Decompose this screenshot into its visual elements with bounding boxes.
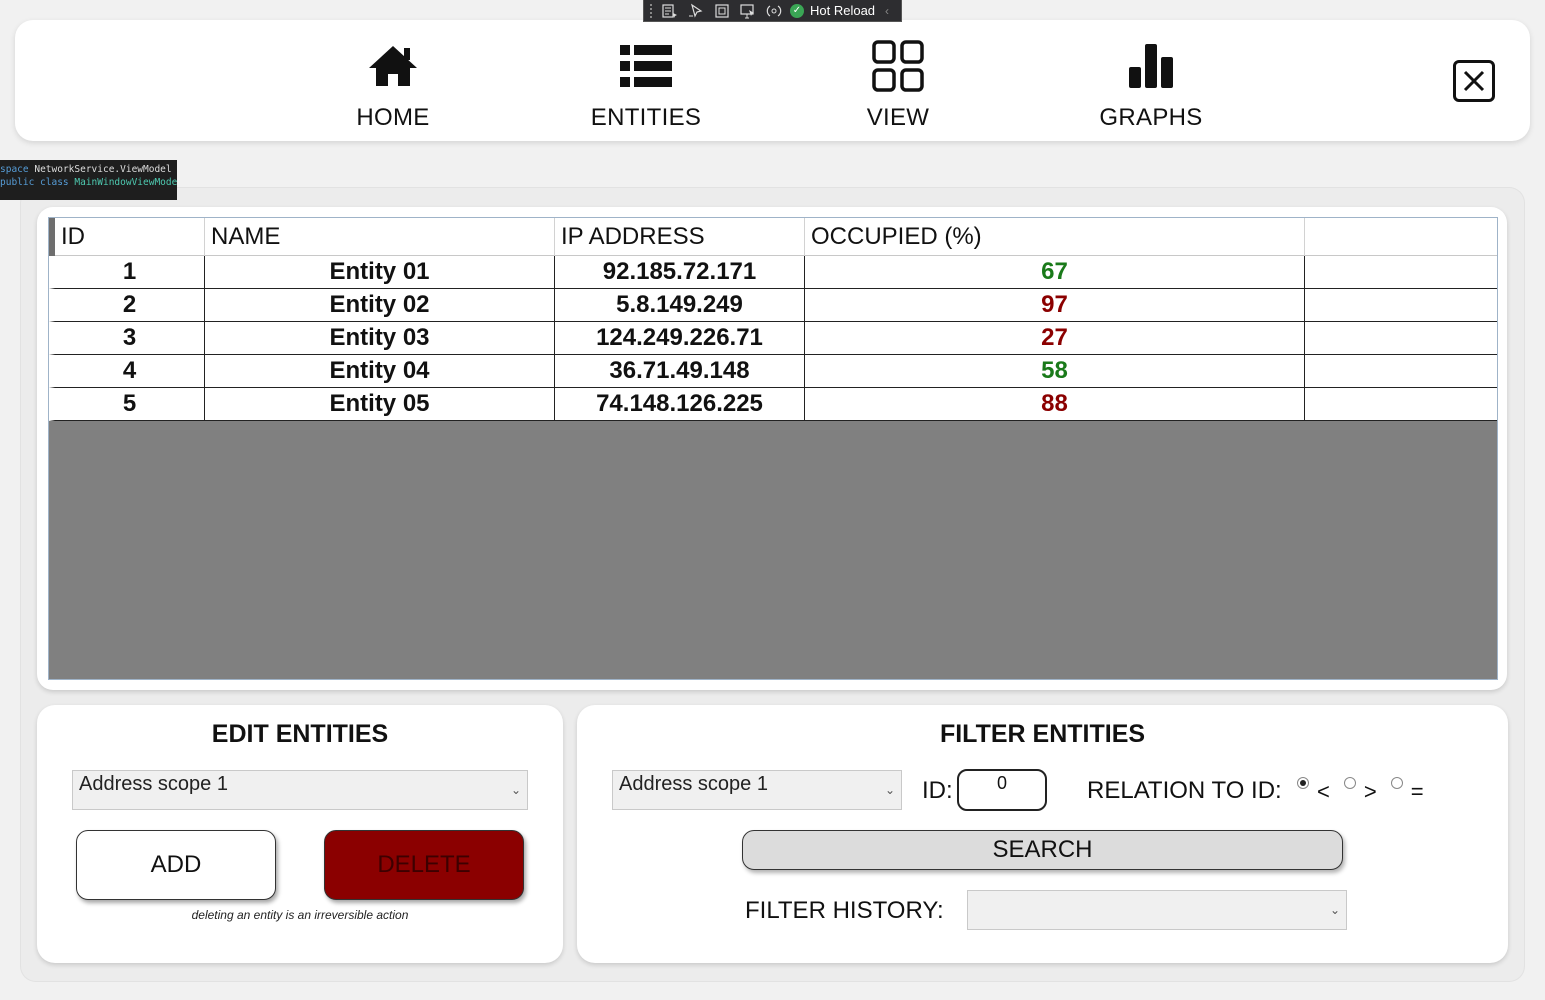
relation-label: RELATION TO ID: bbox=[1087, 777, 1282, 804]
nav-view[interactable]: VIEW bbox=[818, 38, 978, 133]
relation-equals-label: = bbox=[1410, 779, 1424, 804]
binding-failures-icon[interactable] bbox=[764, 3, 784, 19]
column-header-ip[interactable]: IP ADDRESS bbox=[555, 218, 805, 256]
cell-occupied: 58 bbox=[805, 355, 1305, 388]
relation-greater-than-radio[interactable]: > bbox=[1343, 775, 1377, 805]
nav-entities-label: ENTITIES bbox=[590, 104, 702, 131]
column-header-filler bbox=[1305, 218, 1497, 256]
live-tree-icon[interactable] bbox=[660, 3, 680, 19]
filter-history-dropdown[interactable]: ⌄ bbox=[967, 890, 1347, 930]
nav-view-label: VIEW bbox=[866, 104, 930, 131]
cell-filler bbox=[1305, 256, 1497, 289]
filter-scope-value: Address scope 1 bbox=[619, 773, 768, 795]
grid-icon bbox=[872, 38, 924, 94]
column-header-name[interactable]: NAME bbox=[205, 218, 555, 256]
cell-ip: 92.185.72.171 bbox=[555, 256, 805, 289]
cell-occupied: 67 bbox=[805, 256, 1305, 289]
close-icon bbox=[1463, 70, 1485, 92]
toolbar-grip[interactable] bbox=[650, 3, 654, 18]
entities-table[interactable]: ID NAME IP ADDRESS OCCUPIED (%) 1 Entity… bbox=[48, 217, 1498, 680]
id-input[interactable]: 0 bbox=[957, 769, 1047, 811]
cell-id: 5 bbox=[49, 388, 205, 421]
top-navigation: HOME ENTITIES VIEW GRAPHS bbox=[15, 20, 1530, 141]
nav-home[interactable]: HOME bbox=[313, 38, 473, 133]
code-keyword: space bbox=[0, 164, 29, 175]
nav-graphs-label: GRAPHS bbox=[1099, 104, 1203, 131]
cell-name: Entity 04 bbox=[205, 355, 555, 388]
cell-id: 1 bbox=[49, 256, 205, 289]
list-icon bbox=[620, 38, 672, 94]
hot-reload-label[interactable]: Hot Reload bbox=[810, 3, 875, 18]
chevron-down-icon: ⌄ bbox=[1329, 903, 1340, 917]
filter-history-label: FILTER HISTORY: bbox=[745, 897, 944, 924]
column-header-id[interactable]: ID bbox=[49, 218, 205, 256]
cell-occupied: 27 bbox=[805, 322, 1305, 355]
track-focus-icon[interactable] bbox=[738, 3, 758, 19]
edit-entities-panel: EDIT ENTITIES Address scope 1 ⌄ ADD DELE… bbox=[37, 705, 563, 963]
nav-entities[interactable]: ENTITIES bbox=[566, 38, 726, 133]
hot-reload-check-icon: ✓ bbox=[790, 3, 804, 18]
nav-graphs[interactable]: GRAPHS bbox=[1071, 38, 1231, 133]
cell-ip: 124.249.226.71 bbox=[555, 322, 805, 355]
filter-entities-title: FILTER ENTITIES bbox=[939, 720, 1146, 748]
cell-name: Entity 02 bbox=[205, 289, 555, 322]
relation-radio-group: < > = bbox=[1297, 775, 1424, 805]
cell-id: 3 bbox=[49, 322, 205, 355]
chevron-down-icon: ⌄ bbox=[510, 783, 521, 797]
edit-scope-dropdown[interactable]: Address scope 1 ⌄ bbox=[72, 770, 528, 810]
column-header-occupied[interactable]: OCCUPIED (%) bbox=[805, 218, 1305, 256]
id-label: ID: bbox=[922, 777, 953, 804]
cell-occupied: 97 bbox=[805, 289, 1305, 322]
radio-dot bbox=[1343, 777, 1356, 789]
relation-less-than-radio[interactable]: < bbox=[1297, 775, 1330, 805]
cell-name: Entity 01 bbox=[205, 256, 555, 289]
edit-entities-title: EDIT ENTITIES bbox=[211, 720, 389, 748]
cell-id: 4 bbox=[49, 355, 205, 388]
cell-filler bbox=[1305, 289, 1497, 322]
cell-filler bbox=[1305, 355, 1497, 388]
table-header: ID NAME IP ADDRESS OCCUPIED (%) bbox=[49, 218, 1497, 256]
table-row[interactable]: 4 Entity 04 36.71.49.148 58 bbox=[49, 355, 1497, 388]
cell-filler bbox=[1305, 388, 1497, 421]
cell-id: 2 bbox=[49, 289, 205, 322]
layout-adorner-icon[interactable] bbox=[712, 3, 732, 19]
table-row[interactable]: 5 Entity 05 74.148.126.225 88 bbox=[49, 388, 1497, 421]
code-namespace: NetworkService.ViewModel bbox=[34, 164, 172, 175]
radio-dot bbox=[1297, 777, 1309, 789]
table-row[interactable]: 2 Entity 02 5.8.149.249 97 bbox=[49, 289, 1497, 322]
cell-ip: 5.8.149.249 bbox=[555, 289, 805, 322]
cell-ip: 36.71.49.148 bbox=[555, 355, 805, 388]
select-element-icon[interactable] bbox=[686, 3, 706, 19]
relation-less-than-label: < bbox=[1317, 779, 1330, 804]
relation-greater-than-label: > bbox=[1363, 779, 1377, 804]
home-icon bbox=[367, 38, 419, 94]
table-row[interactable]: 3 Entity 03 124.249.226.71 27 bbox=[49, 322, 1497, 355]
cell-name: Entity 03 bbox=[205, 322, 555, 355]
cell-filler bbox=[1305, 322, 1497, 355]
cell-ip: 74.148.126.225 bbox=[555, 388, 805, 421]
edit-scope-value: Address scope 1 bbox=[79, 773, 228, 795]
filter-scope-dropdown[interactable]: Address scope 1 ⌄ bbox=[612, 770, 902, 810]
cell-name: Entity 05 bbox=[205, 388, 555, 421]
code-keyword: public class bbox=[0, 177, 69, 188]
table-row[interactable]: 1 Entity 01 92.185.72.171 67 bbox=[49, 256, 1497, 289]
close-button[interactable] bbox=[1453, 60, 1495, 102]
radio-dot bbox=[1390, 777, 1403, 789]
nav-home-label: HOME bbox=[356, 104, 430, 131]
relation-equals-radio[interactable]: = bbox=[1390, 775, 1424, 805]
bar-chart-icon bbox=[1128, 38, 1174, 94]
filter-entities-panel: FILTER ENTITIES Address scope 1 ⌄ ID: 0 … bbox=[577, 705, 1508, 963]
collapse-chevron-icon[interactable]: ‹ bbox=[885, 4, 889, 18]
debug-toolbar: ✓ Hot Reload ‹ bbox=[643, 0, 902, 22]
delete-button[interactable]: DELETE bbox=[324, 830, 524, 900]
search-button[interactable]: SEARCH bbox=[742, 830, 1343, 870]
code-class: MainWindowViewMode bbox=[74, 177, 177, 188]
cell-occupied: 88 bbox=[805, 388, 1305, 421]
delete-warning-note: deleting an entity is an irreversible ac… bbox=[191, 908, 409, 922]
code-tooltip: space NetworkService.ViewModel public cl… bbox=[0, 160, 177, 200]
chevron-down-icon: ⌄ bbox=[884, 783, 895, 797]
add-button[interactable]: ADD bbox=[76, 830, 276, 900]
